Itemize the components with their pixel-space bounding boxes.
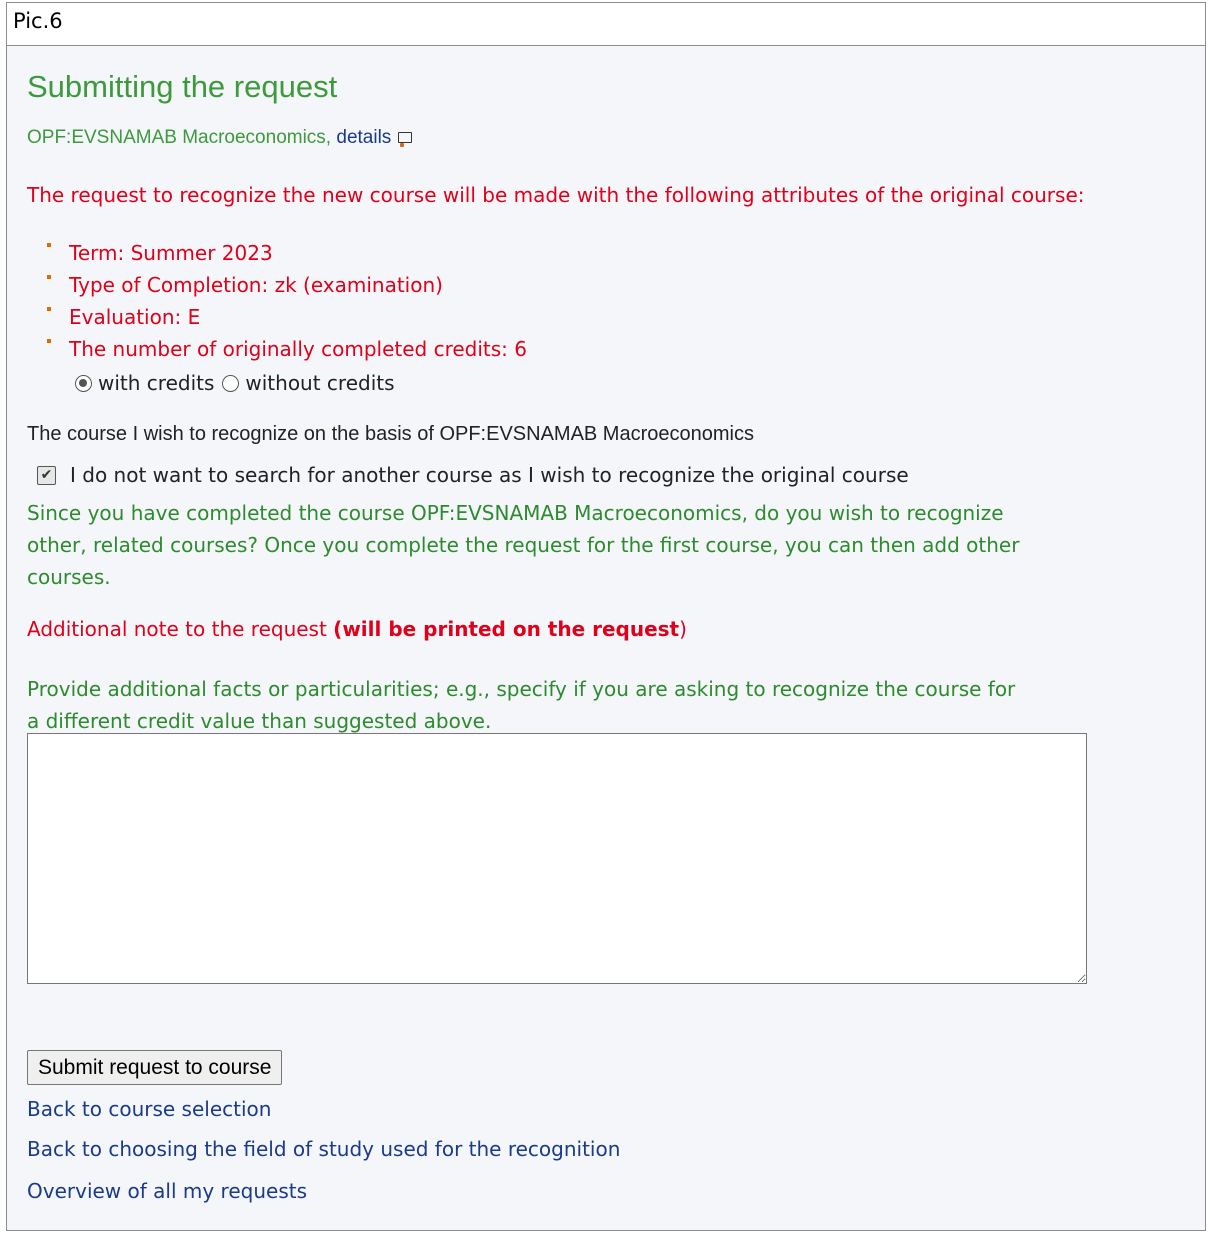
basis-label: The course I wish to recognize on the ba…: [27, 423, 754, 445]
course-code-name: OPF:EVSNAMAB Macroeconomics,: [27, 127, 332, 148]
without-credits-radio[interactable]: [222, 374, 240, 392]
submit-request-button[interactable]: Submit request to course: [27, 1050, 283, 1085]
no-search-option: ✔ I do not want to search for another co…: [37, 463, 909, 487]
bullet-icon: [47, 307, 51, 311]
course-line: OPF:EVSNAMAB Macroeconomics, details: [27, 127, 413, 149]
external-window-icon[interactable]: [398, 132, 413, 147]
note-textarea[interactable]: [27, 733, 1087, 984]
figure-frame: Pic.6 Submitting the request OPF:EVSNAMA…: [6, 2, 1206, 1231]
attributes-list: Term: Summer 2023 Type of Completion: zk…: [47, 239, 527, 367]
without-credits-label[interactable]: without credits: [245, 371, 394, 395]
bullet-icon: [47, 339, 51, 343]
bullet-icon: [47, 275, 51, 279]
credit-options: with credits without credits: [75, 371, 395, 395]
list-item: The number of originally completed credi…: [47, 335, 527, 367]
overview-requests-link[interactable]: Overview of all my requests: [27, 1179, 307, 1203]
note-label: Additional note to the request: [27, 617, 334, 641]
figure-caption: Pic.6: [7, 3, 1205, 46]
note-heading: Additional note to the request (will be …: [27, 617, 687, 641]
bullet-icon: [47, 243, 51, 247]
back-to-course-selection-link[interactable]: Back to course selection: [27, 1097, 271, 1121]
note-hint: Provide additional facts or particularit…: [27, 677, 1016, 733]
page-title: Submitting the request: [27, 69, 338, 104]
list-item: Type of Completion: zk (examination): [47, 271, 527, 303]
list-item: Evaluation: E: [47, 303, 527, 335]
note-suffix: ): [679, 617, 687, 641]
note-printed-emphasis: (will be printed on the request: [333, 617, 680, 641]
attributes-intro: The request to recognize the new course …: [27, 183, 1085, 207]
no-search-checkbox[interactable]: ✔: [37, 465, 56, 485]
list-item: Term: Summer 2023: [47, 239, 527, 271]
no-search-label[interactable]: I do not want to search for another cour…: [70, 463, 909, 487]
with-credits-label[interactable]: with credits: [98, 371, 214, 395]
details-link[interactable]: details: [336, 127, 391, 148]
back-to-field-of-study-link[interactable]: Back to choosing the field of study used…: [27, 1137, 620, 1161]
related-courses-text: Since you have completed the course OPF:…: [27, 501, 1020, 589]
with-credits-radio[interactable]: [75, 374, 92, 392]
